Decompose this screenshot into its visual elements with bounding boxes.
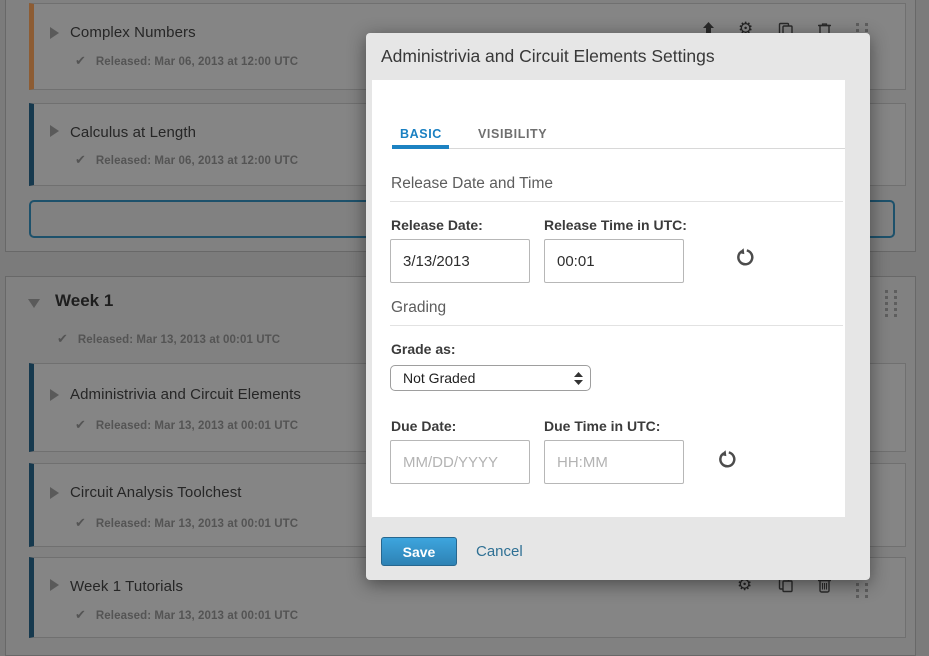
grade-select[interactable]: Not Graded (390, 365, 591, 391)
released-text: Released: Mar 13, 2013 at 00:01 UTC (96, 518, 298, 530)
grading-section-heading: Grading (391, 299, 446, 317)
expand-chevron-icon[interactable] (50, 27, 60, 39)
expand-chevron-icon[interactable] (50, 125, 60, 137)
tab-visibility[interactable]: VISIBILITY (478, 127, 547, 141)
subsection-title: Complex Numbers (70, 24, 196, 41)
due-date-label: Due Date: (391, 418, 456, 434)
drag-handle[interactable] (884, 289, 899, 318)
subsection-title: Administrivia and Circuit Elements (70, 386, 301, 403)
section-title: Week 1 (55, 291, 113, 311)
settings-modal: Administrivia and Circuit Elements Setti… (366, 33, 870, 580)
due-date-input[interactable] (390, 440, 530, 484)
release-status: ✔ Released: Mar 13, 2013 at 00:01 UTC (75, 606, 298, 624)
tab-divider (392, 148, 845, 149)
section-divider (390, 201, 843, 202)
release-status: ✔ Released: Mar 06, 2013 at 12:00 UTC (75, 52, 298, 70)
course-outline-page: Complex Numbers ✔ Released: Mar 06, 2013 … (0, 0, 929, 648)
subsection-title: Circuit Analysis Toolchest (70, 484, 242, 501)
reset-release-date-icon[interactable] (736, 248, 754, 266)
check-icon: ✔ (75, 515, 86, 530)
expand-chevron-icon[interactable] (50, 487, 60, 499)
subsection-title: Calculus at Length (70, 124, 196, 141)
due-time-label: Due Time in UTC: (544, 418, 660, 434)
cancel-button[interactable]: Cancel (476, 543, 523, 560)
expand-chevron-icon[interactable] (50, 389, 60, 401)
tab-basic[interactable]: BASIC (400, 127, 442, 141)
release-section-heading: Release Date and Time (391, 175, 553, 193)
grade-select-value: Not Graded (403, 370, 475, 386)
expand-chevron-icon[interactable] (50, 579, 60, 591)
released-text: Released: Mar 13, 2013 at 00:01 UTC (96, 610, 298, 622)
released-text: Released: Mar 06, 2013 at 12:00 UTC (96, 56, 298, 68)
save-button[interactable]: Save (381, 537, 457, 566)
select-stepper-icon (574, 372, 583, 390)
reset-due-date-icon[interactable] (718, 450, 736, 468)
active-tab-underline (392, 145, 449, 149)
due-time-input[interactable] (544, 440, 684, 484)
grade-as-label: Grade as: (391, 341, 456, 357)
release-date-label: Release Date: (391, 217, 483, 233)
check-icon: ✔ (75, 152, 86, 167)
released-text: Released: Mar 13, 2013 at 00:01 UTC (78, 334, 280, 346)
release-status: ✔ Released: Mar 13, 2013 at 00:01 UTC (75, 514, 298, 532)
check-icon: ✔ (57, 331, 68, 346)
check-icon: ✔ (75, 607, 86, 622)
modal-body: BASIC VISIBILITY Release Date and Time R… (372, 80, 845, 517)
release-status: ✔ Released: Mar 06, 2013 at 12:00 UTC (75, 151, 298, 169)
subsection-title: Week 1 Tutorials (70, 578, 183, 595)
release-status: ✔ Released: Mar 13, 2013 at 00:01 UTC (57, 330, 280, 348)
check-icon: ✔ (75, 53, 86, 68)
release-status: ✔ Released: Mar 13, 2013 at 00:01 UTC (75, 416, 298, 434)
released-text: Released: Mar 06, 2013 at 12:00 UTC (96, 155, 298, 167)
check-icon: ✔ (75, 417, 86, 432)
release-time-label: Release Time in UTC: (544, 217, 687, 233)
release-date-input[interactable] (390, 239, 530, 283)
modal-title: Administrivia and Circuit Elements Setti… (381, 46, 715, 67)
released-text: Released: Mar 13, 2013 at 00:01 UTC (96, 420, 298, 432)
release-time-input[interactable] (544, 239, 684, 283)
section-divider (390, 325, 843, 326)
collapse-chevron-icon[interactable] (28, 299, 40, 308)
